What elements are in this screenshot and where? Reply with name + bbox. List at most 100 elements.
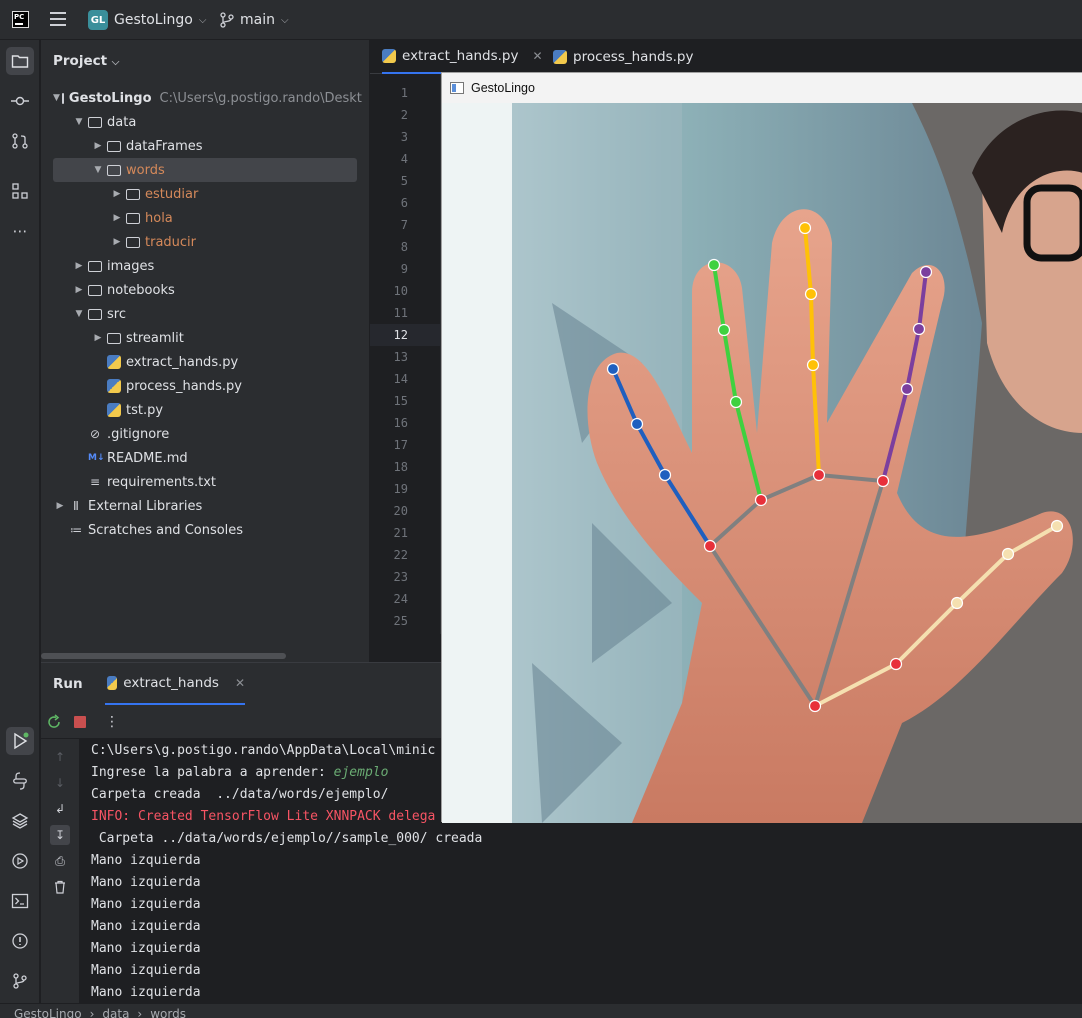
tree-root[interactable]: ▼ GestoLingo C:\Users\g.postigo.rando\De… xyxy=(53,86,362,110)
landmark-point xyxy=(754,493,768,507)
more-icon[interactable]: ⋯ xyxy=(6,217,34,245)
left-toolbar: ⋯ xyxy=(0,40,40,1003)
main-menu-icon[interactable] xyxy=(50,12,66,26)
pull-requests-icon[interactable] xyxy=(6,127,34,155)
project-switcher[interactable]: GL GestoLingo ⌵ xyxy=(88,10,206,30)
line-number: 13 xyxy=(393,350,408,364)
folder-icon xyxy=(126,188,140,200)
run-tab-extract-hands[interactable]: extract_hands ✕ xyxy=(105,663,245,705)
tree-item-hola[interactable]: ▶ hola xyxy=(53,206,357,230)
breadcrumb-separator: › xyxy=(137,1007,143,1018)
tree-item-process-hands-py[interactable]: process_hands.py xyxy=(53,374,357,398)
landmark-point xyxy=(912,322,926,336)
pycharm-logo-icon[interactable]: PC xyxy=(12,11,29,28)
rerun-icon[interactable] xyxy=(45,713,63,731)
commit-icon[interactable] xyxy=(6,87,34,115)
stop-icon[interactable] xyxy=(71,713,89,731)
project-name: GestoLingo xyxy=(114,12,193,28)
branch-switcher[interactable]: main ⌵ xyxy=(220,10,289,30)
run-title: Run xyxy=(53,676,83,692)
terminal-icon[interactable] xyxy=(6,887,34,915)
tree-item-label: README.md xyxy=(107,450,188,466)
tree-item-label: streamlit xyxy=(126,330,184,346)
tree-item-estudiar[interactable]: ▶ estudiar xyxy=(53,182,357,206)
chevron-right-icon: ▶ xyxy=(113,237,121,247)
folder-icon xyxy=(107,164,121,176)
tree-item-streamlit[interactable]: ▶ streamlit xyxy=(53,326,357,350)
line-number: 11 xyxy=(393,306,408,320)
chevron-down-icon: ▼ xyxy=(94,165,102,175)
line-number: 12 xyxy=(393,328,408,342)
tree-item-extract-hands-py[interactable]: extract_hands.py xyxy=(53,350,357,374)
tree-item-gitignore[interactable]: ⊘ .gitignore xyxy=(53,422,357,446)
line-number: 14 xyxy=(393,372,408,386)
horizontal-scrollbar[interactable] xyxy=(41,653,286,659)
python-packages-icon[interactable] xyxy=(6,807,34,835)
tree-item-tst-py[interactable]: tst.py xyxy=(53,398,357,422)
line-number: 24 xyxy=(393,592,408,606)
breadcrumb-project[interactable]: GestoLingo xyxy=(14,1007,82,1018)
camera-window[interactable]: GestoLingo xyxy=(441,72,1082,823)
console-text: Mano izquierda xyxy=(91,963,201,978)
branch-name: main xyxy=(240,12,275,28)
arrow-down-icon[interactable]: ↓ xyxy=(50,773,70,793)
line-number: 6 xyxy=(400,196,408,210)
console-line: INFO: Created TensorFlow Lite XNNPACK de… xyxy=(91,806,435,828)
line-number: 23 xyxy=(393,570,408,584)
tree-item-words[interactable]: ▼ words xyxy=(53,158,357,182)
console-text: Carpeta creada ../data/words/ejemplo/ xyxy=(91,787,389,802)
tree-item-dataframes[interactable]: ▶ dataFrames xyxy=(53,134,357,158)
services-icon[interactable] xyxy=(6,847,34,875)
tree-item-data[interactable]: ▼ data xyxy=(53,110,357,134)
soft-wrap-icon[interactable]: ↲ xyxy=(50,799,70,819)
chevron-right-icon: ▶ xyxy=(75,285,83,295)
structure-icon[interactable] xyxy=(6,177,34,205)
tree-item-external-libraries[interactable]: ▶ Ⅱ External Libraries xyxy=(53,494,357,518)
tree-item-requirements-txt[interactable]: ≡ requirements.txt xyxy=(53,470,357,494)
console-text: Ingrese la palabra a aprender: xyxy=(91,765,334,780)
python-file-icon xyxy=(553,50,567,64)
breadcrumb-words[interactable]: words xyxy=(150,1007,186,1018)
console-line: Mano izquierda xyxy=(91,938,201,960)
tree-item-src[interactable]: ▼ src xyxy=(53,302,357,326)
chevron-right-icon: ▶ xyxy=(75,261,83,271)
git-icon[interactable] xyxy=(6,967,34,995)
camera-window-titlebar[interactable]: GestoLingo xyxy=(442,73,1082,103)
landmark-point xyxy=(1050,519,1064,533)
run-side-toolbar: ↑ ↓ ↲ ↧ ⎙ xyxy=(41,739,79,1004)
console-line: Mano izquierda xyxy=(91,982,201,1004)
tree-item-notebooks[interactable]: ▶ notebooks xyxy=(53,278,357,302)
tab-extract-hands[interactable]: extract_hands.py ✕ xyxy=(382,40,547,74)
line-number: 20 xyxy=(393,504,408,518)
landmark-point xyxy=(630,417,644,431)
git-branch-icon xyxy=(220,12,234,28)
print-icon[interactable]: ⎙ xyxy=(50,851,70,871)
close-icon[interactable]: ✕ xyxy=(532,49,542,63)
landmark-point xyxy=(889,657,903,671)
title-bar: PC GL GestoLingo ⌵ main ⌵ xyxy=(0,0,1082,40)
run-icon[interactable] xyxy=(6,727,34,755)
tab-process-hands[interactable]: process_hands.py xyxy=(553,40,693,74)
arrow-up-icon[interactable]: ↑ xyxy=(50,747,70,767)
line-number: 25 xyxy=(393,614,408,628)
close-icon[interactable]: ✕ xyxy=(235,676,245,690)
more-icon[interactable]: ⋮ xyxy=(103,713,121,731)
webcam-frame xyxy=(442,103,1082,823)
chevron-right-icon: ▶ xyxy=(56,501,64,511)
folder-icon xyxy=(88,260,102,272)
console-line: Mano izquierda xyxy=(91,850,201,872)
tree-item-scratches-and-consoles[interactable]: ≔ Scratches and Consoles xyxy=(53,518,357,542)
project-panel-header[interactable]: Project ⌵ xyxy=(53,53,119,69)
folder-icon[interactable] xyxy=(6,47,34,75)
tree-item-images[interactable]: ▶ images xyxy=(53,254,357,278)
console-user-input: ejemplo xyxy=(333,765,389,780)
scroll-to-end-icon[interactable]: ↧ xyxy=(50,825,70,845)
trash-icon[interactable] xyxy=(50,877,70,897)
tree-item-traducir[interactable]: ▶ traducir xyxy=(53,230,357,254)
python-console-icon[interactable] xyxy=(6,767,34,795)
problems-icon[interactable] xyxy=(6,927,34,955)
breadcrumb-data[interactable]: data xyxy=(102,1007,129,1018)
console-text: C:\Users\g.postigo.rando\AppData\Local\m… xyxy=(91,743,436,758)
tree-item-readme-md[interactable]: M↓ README.md xyxy=(53,446,357,470)
tree-item-label: tst.py xyxy=(126,402,164,418)
